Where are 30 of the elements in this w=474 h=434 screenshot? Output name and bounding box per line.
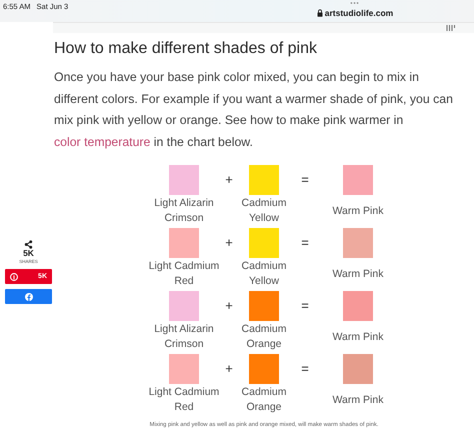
equals-sign: = — [300, 297, 310, 315]
result-name: Warm Pink — [332, 267, 384, 282]
url-text[interactable]: artstudiolife.com — [324, 8, 394, 18]
result-name: Warm Pink — [332, 393, 384, 408]
facebook-button[interactable] — [5, 289, 52, 304]
article-heading: How to make different shades of pink — [54, 40, 318, 58]
color-name: Cadmium Yellow — [240, 196, 288, 226]
color-name: Cadmium Yellow — [240, 259, 288, 289]
article-paragraph: Once you have your base pink color mixed, you can begin to mix in different colors. For example if you want a warmer shade of pink, you can mix pink with yellow or orange. See how to make pink warmer in color temperature in the chart below. — [54, 69, 454, 150]
plus-sign: + — [224, 360, 234, 378]
result-name: Warm Pink — [332, 204, 384, 219]
color-name: Light Alizarin Crimson — [153, 196, 215, 226]
plus-sign: + — [224, 171, 234, 189]
facebook-icon — [24, 292, 32, 300]
equals-sign: = — [300, 171, 310, 189]
color-name: Cadmium Orange — [240, 385, 288, 415]
share-count: 5K — [23, 249, 34, 258]
equals-sign: = — [300, 234, 310, 252]
result-name: Warm Pink — [332, 330, 384, 345]
color-temperature-link[interactable]: color temperature — [54, 134, 150, 148]
color-name: Light Alizarin Crimson — [153, 322, 215, 352]
plus-sign: + — [224, 234, 234, 252]
bars-icon[interactable] — [446, 24, 456, 32]
lock-icon — [316, 9, 323, 17]
share-icon[interactable] — [24, 240, 33, 249]
plus-sign: + — [224, 297, 234, 315]
color-name: Light Cadmium Red — [148, 385, 220, 415]
equals-sign: = — [300, 360, 310, 378]
color-name: Cadmium Orange — [240, 322, 288, 352]
color-name: Light Cadmium Red — [148, 259, 220, 289]
